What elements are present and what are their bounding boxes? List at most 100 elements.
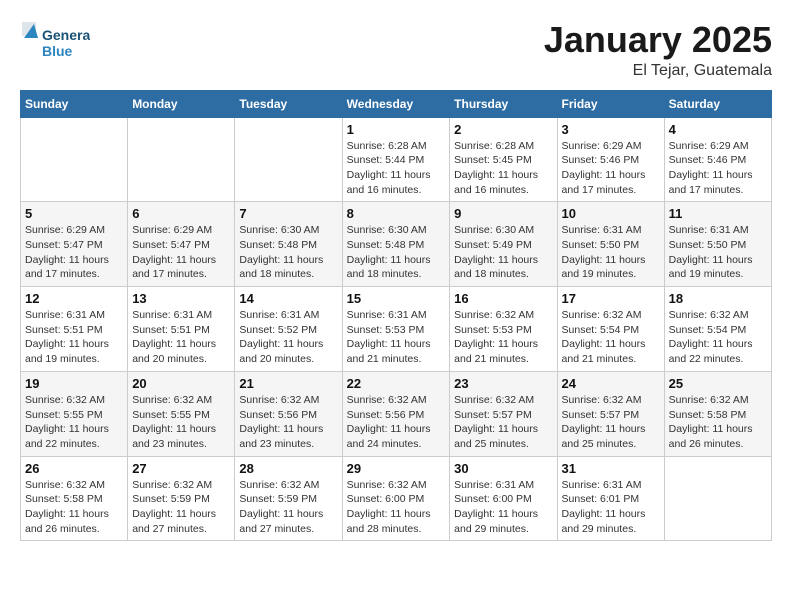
- day-number: 24: [562, 376, 660, 391]
- day-number: 3: [562, 122, 660, 137]
- calendar-cell: [21, 117, 128, 202]
- day-info: Sunrise: 6:32 AMSunset: 5:56 PMDaylight:…: [239, 393, 337, 452]
- day-number: 9: [454, 206, 552, 221]
- calendar-cell: 17 Sunrise: 6:32 AMSunset: 5:54 PMDayligh…: [557, 287, 664, 372]
- calendar-table: Sunday Monday Tuesday Wednesday Thursday…: [20, 90, 772, 542]
- page-header: General Blue January 2025 El Tejar, Guat…: [20, 20, 772, 80]
- day-info: Sunrise: 6:31 AMSunset: 5:51 PMDaylight:…: [25, 308, 123, 367]
- day-number: 8: [347, 206, 446, 221]
- col-thursday: Thursday: [450, 90, 557, 117]
- calendar-cell: 11Sunrise: 6:31 AMSunset: 5:50 PMDayligh…: [664, 202, 771, 287]
- day-number: 10: [562, 206, 660, 221]
- day-number: 7: [239, 206, 337, 221]
- calendar-cell: 25 Sunrise: 6:32 AMSunset: 5:58 PMDayligh…: [664, 371, 771, 456]
- col-monday: Monday: [128, 90, 235, 117]
- calendar-cell: 15 Sunrise: 6:31 AMSunset: 5:53 PMDayligh…: [342, 287, 450, 372]
- day-info: Sunrise: 6:32 AMSunset: 5:54 PMDaylight:…: [562, 308, 660, 367]
- day-info: Sunrise: 6:31 AMSunset: 5:52 PMDaylight:…: [239, 308, 337, 367]
- calendar-cell: 7 Sunrise: 6:30 AMSunset: 5:48 PMDaylight…: [235, 202, 342, 287]
- day-number: 28: [239, 461, 337, 476]
- day-number: 16: [454, 291, 552, 306]
- day-info: Sunrise: 6:29 AMSunset: 5:46 PMDaylight:…: [562, 139, 660, 198]
- calendar-cell: 4 Sunrise: 6:29 AMSunset: 5:46 PMDaylight…: [664, 117, 771, 202]
- calendar-header-row: Sunday Monday Tuesday Wednesday Thursday…: [21, 90, 772, 117]
- calendar-cell: [128, 117, 235, 202]
- day-number: 27: [132, 461, 230, 476]
- day-number: 20: [132, 376, 230, 391]
- calendar-cell: 20 Sunrise: 6:32 AMSunset: 5:55 PMDayligh…: [128, 371, 235, 456]
- logo: General Blue: [20, 20, 90, 65]
- day-number: 23: [454, 376, 552, 391]
- day-info: Sunrise: 6:32 AMSunset: 5:57 PMDaylight:…: [454, 393, 552, 452]
- day-number: 5: [25, 206, 123, 221]
- day-number: 12: [25, 291, 123, 306]
- calendar-cell: 5 Sunrise: 6:29 AMSunset: 5:47 PMDaylight…: [21, 202, 128, 287]
- day-info: Sunrise: 6:32 AMSunset: 5:55 PMDaylight:…: [132, 393, 230, 452]
- day-info: Sunrise: 6:30 AMSunset: 5:48 PMDaylight:…: [347, 223, 446, 282]
- day-info: Sunrise: 6:28 AMSunset: 5:45 PMDaylight:…: [454, 139, 552, 198]
- day-number: 17: [562, 291, 660, 306]
- day-info: Sunrise: 6:29 AMSunset: 5:46 PMDaylight:…: [669, 139, 767, 198]
- col-saturday: Saturday: [664, 90, 771, 117]
- calendar-cell: 6 Sunrise: 6:29 AMSunset: 5:47 PMDaylight…: [128, 202, 235, 287]
- day-number: 6: [132, 206, 230, 221]
- day-number: 25: [669, 376, 767, 391]
- title-section: January 2025 El Tejar, Guatemala: [544, 20, 772, 80]
- week-row-5: 26Sunrise: 6:32 AMSunset: 5:58 PMDayligh…: [21, 456, 772, 541]
- day-info: Sunrise: 6:30 AMSunset: 5:48 PMDaylight:…: [239, 223, 337, 282]
- col-wednesday: Wednesday: [342, 90, 450, 117]
- calendar-cell: 8 Sunrise: 6:30 AMSunset: 5:48 PMDaylight…: [342, 202, 450, 287]
- day-number: 29: [347, 461, 446, 476]
- calendar-cell: 13Sunrise: 6:31 AMSunset: 5:51 PMDayligh…: [128, 287, 235, 372]
- calendar-cell: 16 Sunrise: 6:32 AMSunset: 5:53 PMDayligh…: [450, 287, 557, 372]
- calendar-cell: 22 Sunrise: 6:32 AMSunset: 5:56 PMDayligh…: [342, 371, 450, 456]
- calendar-cell: 9 Sunrise: 6:30 AMSunset: 5:49 PMDaylight…: [450, 202, 557, 287]
- calendar-cell: 14 Sunrise: 6:31 AMSunset: 5:52 PMDayligh…: [235, 287, 342, 372]
- col-sunday: Sunday: [21, 90, 128, 117]
- week-row-1: 1Sunrise: 6:28 AMSunset: 5:44 PMDaylight…: [21, 117, 772, 202]
- month-title: January 2025: [544, 20, 772, 60]
- day-number: 19: [25, 376, 123, 391]
- day-info: Sunrise: 6:30 AMSunset: 5:49 PMDaylight:…: [454, 223, 552, 282]
- day-info: Sunrise: 6:32 AMSunset: 5:53 PMDaylight:…: [454, 308, 552, 367]
- calendar-cell: 21 Sunrise: 6:32 AMSunset: 5:56 PMDayligh…: [235, 371, 342, 456]
- day-info: Sunrise: 6:31 AMSunset: 5:53 PMDaylight:…: [347, 308, 446, 367]
- day-number: 22: [347, 376, 446, 391]
- location-subtitle: El Tejar, Guatemala: [544, 62, 772, 80]
- day-number: 14: [239, 291, 337, 306]
- day-info: Sunrise: 6:31 AMSunset: 5:50 PMDaylight:…: [562, 223, 660, 282]
- col-friday: Friday: [557, 90, 664, 117]
- calendar-cell: [664, 456, 771, 541]
- day-info: Sunrise: 6:32 AMSunset: 5:59 PMDaylight:…: [132, 478, 230, 537]
- calendar-cell: 23 Sunrise: 6:32 AMSunset: 5:57 PMDayligh…: [450, 371, 557, 456]
- day-info: Sunrise: 6:32 AMSunset: 5:56 PMDaylight:…: [347, 393, 446, 452]
- day-number: 13: [132, 291, 230, 306]
- svg-text:General: General: [42, 27, 90, 43]
- day-info: Sunrise: 6:32 AMSunset: 5:59 PMDaylight:…: [239, 478, 337, 537]
- col-tuesday: Tuesday: [235, 90, 342, 117]
- day-info: Sunrise: 6:32 AMSunset: 5:58 PMDaylight:…: [669, 393, 767, 452]
- week-row-2: 5 Sunrise: 6:29 AMSunset: 5:47 PMDaylight…: [21, 202, 772, 287]
- day-number: 21: [239, 376, 337, 391]
- day-info: Sunrise: 6:32 AMSunset: 5:57 PMDaylight:…: [562, 393, 660, 452]
- day-info: Sunrise: 6:29 AMSunset: 5:47 PMDaylight:…: [25, 223, 123, 282]
- week-row-4: 19 Sunrise: 6:32 AMSunset: 5:55 PMDayligh…: [21, 371, 772, 456]
- calendar-cell: 29 Sunrise: 6:32 AMSunset: 6:00 PMDayligh…: [342, 456, 450, 541]
- day-number: 26: [25, 461, 123, 476]
- day-info: Sunrise: 6:29 AMSunset: 5:47 PMDaylight:…: [132, 223, 230, 282]
- day-info: Sunrise: 6:31 AMSunset: 6:00 PMDaylight:…: [454, 478, 552, 537]
- calendar-cell: 26Sunrise: 6:32 AMSunset: 5:58 PMDayligh…: [21, 456, 128, 541]
- logo-svg: General Blue: [20, 20, 90, 65]
- day-info: Sunrise: 6:32 AMSunset: 5:55 PMDaylight:…: [25, 393, 123, 452]
- calendar-cell: 24 Sunrise: 6:32 AMSunset: 5:57 PMDayligh…: [557, 371, 664, 456]
- calendar-cell: 19 Sunrise: 6:32 AMSunset: 5:55 PMDayligh…: [21, 371, 128, 456]
- calendar-cell: 18Sunrise: 6:32 AMSunset: 5:54 PMDayligh…: [664, 287, 771, 372]
- week-row-3: 12 Sunrise: 6:31 AMSunset: 5:51 PMDayligh…: [21, 287, 772, 372]
- day-number: 15: [347, 291, 446, 306]
- day-info: Sunrise: 6:32 AMSunset: 6:00 PMDaylight:…: [347, 478, 446, 537]
- calendar-cell: 27 Sunrise: 6:32 AMSunset: 5:59 PMDayligh…: [128, 456, 235, 541]
- calendar-cell: 30Sunrise: 6:31 AMSunset: 6:00 PMDayligh…: [450, 456, 557, 541]
- day-number: 4: [669, 122, 767, 137]
- calendar-cell: [235, 117, 342, 202]
- day-number: 2: [454, 122, 552, 137]
